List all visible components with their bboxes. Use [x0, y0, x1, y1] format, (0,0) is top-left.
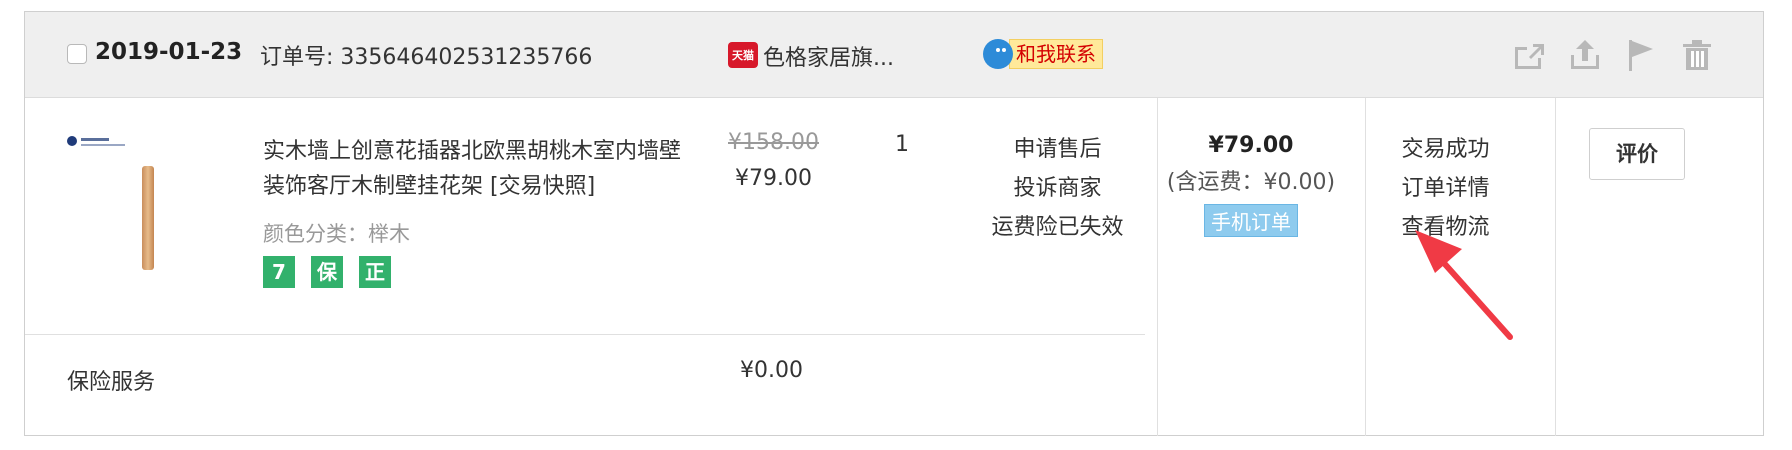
contact-seller-button[interactable]: 和我联系 [983, 37, 1103, 71]
order-details-link[interactable]: 订单详情 [1353, 169, 1538, 208]
product-thumbnail[interactable] [67, 136, 177, 276]
complain-seller-link[interactable]: 投诉商家 [975, 169, 1140, 208]
guarantee-icon[interactable]: 保 [311, 256, 343, 288]
divider [1555, 98, 1556, 436]
brand-text-mark [81, 138, 109, 141]
original-price: ¥158.00 [728, 130, 819, 155]
trash-icon[interactable] [1679, 37, 1715, 73]
flag-icon[interactable] [1623, 37, 1659, 73]
order-checkbox[interactable] [67, 44, 87, 64]
product-attribute: 颜色分类：榉木 [263, 222, 410, 246]
product-image [142, 166, 154, 270]
total-price: ¥79.00 [1208, 133, 1294, 158]
authentic-icon[interactable]: 正 [359, 256, 391, 288]
service-badges: 7 保 正 [263, 256, 391, 288]
review-button[interactable]: 评价 [1589, 128, 1685, 180]
divider [25, 334, 1145, 335]
brand-text-mark [81, 144, 125, 146]
insurance-service-label: 保险服务 [67, 370, 156, 395]
order-total: ¥79.00 (含运费：¥0.00) 手机订单 [1151, 128, 1351, 237]
upload-icon[interactable] [1567, 37, 1603, 73]
shop-name-link[interactable]: 色格家居旗... [763, 40, 894, 72]
after-sale-links: 申请售后 投诉商家 运费险已失效 [975, 130, 1140, 247]
brand-logo [67, 136, 77, 146]
trade-success-status: 交易成功 [1401, 137, 1490, 162]
annotation-arrow-icon [1415, 230, 1513, 340]
shipping-insurance-status: 运费险已失效 [991, 215, 1124, 240]
order-actions [1511, 37, 1715, 73]
unit-price: ¥79.00 [735, 166, 812, 191]
mobile-order-badge: 手机订单 [1204, 204, 1298, 237]
insurance-service-price: ¥0.00 [740, 358, 803, 383]
chat-icon [983, 39, 1013, 69]
shipping-fee: (含运费：¥0.00) [1166, 170, 1336, 195]
apply-after-sale-link[interactable]: 申请售后 [975, 130, 1140, 169]
order-date: 2019-01-23 [95, 39, 243, 65]
share-icon[interactable] [1511, 37, 1547, 73]
tmall-icon: 天猫 [728, 42, 758, 68]
order-card: 2019-01-23 订单号: 335646402531235766 天猫 色格… [24, 11, 1764, 436]
order-number: 订单号: 335646402531235766 [260, 45, 593, 70]
seven-day-return-icon[interactable]: 7 [263, 256, 295, 288]
product-title-link[interactable]: 实木墙上创意花插器北欧黑胡桃木室内墙壁装饰客厅木制壁挂花架 [交易快照] [263, 134, 693, 204]
contact-seller-label: 和我联系 [1009, 39, 1103, 69]
quantity: 1 [895, 132, 909, 157]
order-header: 2019-01-23 订单号: 335646402531235766 天猫 色格… [25, 12, 1763, 98]
